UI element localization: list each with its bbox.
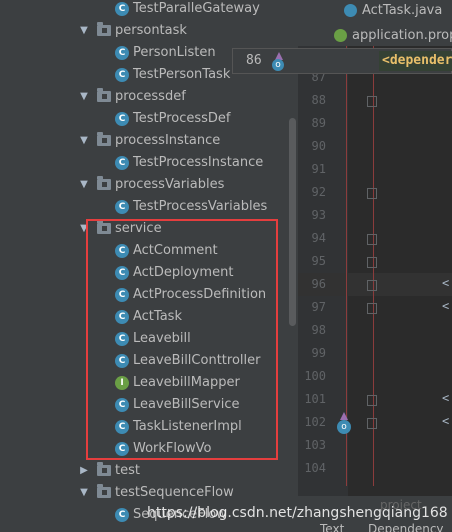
override-marker-icon: o [272, 59, 284, 71]
tree-item-label: TestProcessVariables [133, 199, 268, 214]
tree-scrollbar[interactable] [289, 118, 296, 326]
class-icon: C [115, 508, 129, 522]
chevron-down-icon[interactable]: ▼ [78, 20, 90, 42]
tree-file-testparallegateway[interactable]: C TestParalleGateway [0, 0, 290, 20]
package-icon [97, 484, 111, 498]
fold-marker-icon[interactable] [367, 395, 377, 406]
line-number: 99 [311, 346, 326, 360]
class-icon: C [115, 2, 129, 16]
package-icon [97, 22, 111, 36]
line-number: 91 [311, 162, 326, 176]
fold-marker-icon[interactable] [367, 257, 377, 268]
tree-file-testprocessdef[interactable]: C TestProcessDef [0, 108, 290, 130]
code-fragment: < [442, 276, 450, 290]
tab-label: ActTask.java [362, 3, 443, 18]
package-icon [97, 462, 111, 476]
code-fragment: < [442, 391, 450, 405]
package-icon [97, 132, 111, 146]
watermark: https://blog.csdn.net/zhangshengqiang168 [147, 505, 448, 521]
line-number: 102 [304, 415, 326, 429]
tree-item-label: processdef [115, 89, 186, 104]
project-tree: C TestParalleGateway ▼ persontask C PersonLis… [0, 0, 298, 532]
line-number: 104 [304, 461, 326, 475]
tree-item-label: processVariables [115, 177, 225, 192]
tree-file-testprocessvariables[interactable]: C TestProcessVariables [0, 196, 290, 218]
tree-item-label: TestPersonTask [133, 67, 231, 82]
fold-marker-icon[interactable] [367, 188, 377, 199]
package-icon [97, 88, 111, 102]
tab-label: application.prope [352, 28, 452, 43]
class-icon: C [115, 200, 129, 214]
fold-marker-icon[interactable] [367, 280, 377, 291]
popup-line-number: 86 [246, 53, 262, 68]
popup-code: <depender [379, 51, 452, 71]
line-number: 93 [311, 208, 326, 222]
tree-item-label: processInstance [115, 133, 221, 148]
line-number: 101 [304, 392, 326, 406]
code-fragment: < [442, 299, 450, 313]
chevron-down-icon[interactable]: ▼ [78, 174, 90, 196]
editor-tab-bar: ActTask.java application.prope [298, 0, 452, 46]
tree-folder-test[interactable]: ▶ test [0, 460, 290, 482]
fold-marker-icon[interactable] [367, 303, 377, 314]
service-highlight-box [86, 219, 278, 460]
class-icon [344, 4, 357, 17]
class-icon: C [115, 68, 129, 82]
line-preview-popup: 86 o <depender [232, 48, 452, 74]
tree-file-testprocessinstance[interactable]: C TestProcessInstance [0, 152, 290, 174]
line-number: 92 [311, 185, 326, 199]
chevron-down-icon[interactable]: ▼ [78, 130, 90, 152]
fold-marker-icon[interactable] [367, 96, 377, 107]
fold-marker-icon[interactable] [367, 234, 377, 245]
package-icon [97, 176, 111, 190]
tree-item-label: TestProcessInstance [133, 155, 264, 170]
code-fragment: < [442, 414, 450, 428]
tab-dependency[interactable]: Dependency [368, 522, 444, 532]
line-number: 88 [311, 93, 326, 107]
line-number: 94 [311, 231, 326, 245]
fold-marker-icon[interactable] [367, 418, 377, 429]
line-number: 100 [304, 369, 326, 383]
class-icon: C [115, 156, 129, 170]
tree-item-label: TestParalleGateway [133, 1, 260, 16]
override-arrow-icon [340, 412, 348, 420]
line-number: 95 [311, 254, 326, 268]
line-number: 97 [311, 300, 326, 314]
override-marker-icon[interactable]: o [337, 420, 351, 434]
tree-item-label: testSequenceFlow [115, 485, 234, 500]
tab-text[interactable]: Text [320, 522, 344, 532]
tree-folder-persontask[interactable]: ▼ persontask [0, 20, 290, 42]
tree-folder-testsequenceflow[interactable]: ▼ testSequenceFlow [0, 482, 290, 504]
line-number: 103 [304, 438, 326, 452]
spring-leaf-icon [334, 29, 347, 42]
chevron-down-icon[interactable]: ▼ [78, 86, 90, 108]
line-number: 96 [311, 277, 326, 291]
tree-item-label: PersonListen [133, 45, 216, 60]
tree-item-label: test [115, 463, 140, 478]
line-number: 98 [311, 323, 326, 337]
line-number: 90 [311, 139, 326, 153]
tree-item-label: persontask [115, 23, 187, 38]
code-editor: ActTask.java application.prope 878889909… [298, 0, 452, 532]
tree-folder-processinstance[interactable]: ▼ processInstance [0, 130, 290, 152]
tree-item-label: TestProcessDef [133, 111, 231, 126]
class-icon: C [115, 112, 129, 126]
chevron-right-icon[interactable]: ▶ [78, 460, 90, 482]
class-icon: C [115, 46, 129, 60]
line-number: 89 [311, 116, 326, 130]
tree-folder-processvariables[interactable]: ▼ processVariables [0, 174, 290, 196]
tree-folder-processdef[interactable]: ▼ processdef [0, 86, 290, 108]
chevron-down-icon[interactable]: ▼ [78, 482, 90, 504]
